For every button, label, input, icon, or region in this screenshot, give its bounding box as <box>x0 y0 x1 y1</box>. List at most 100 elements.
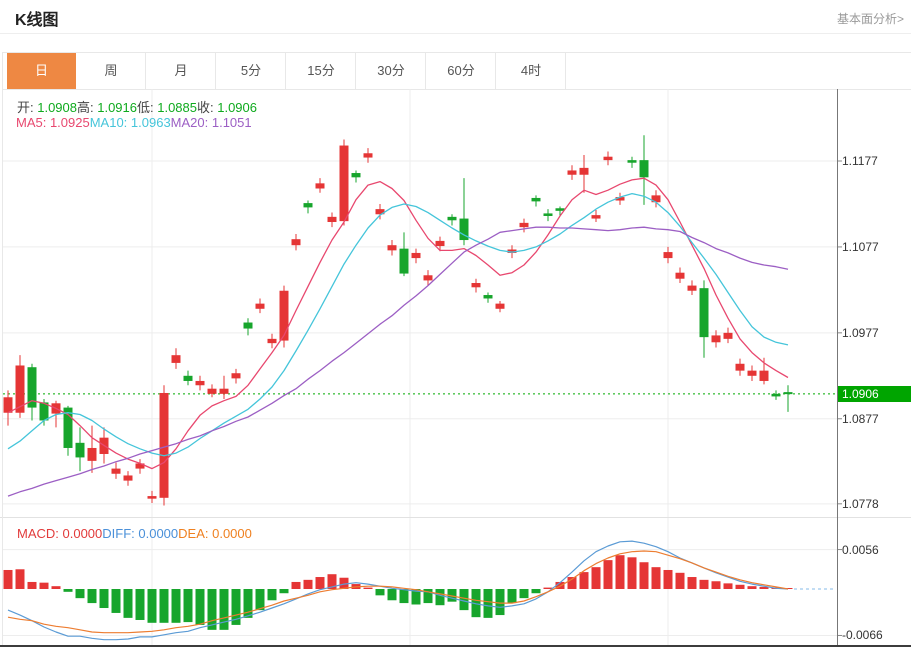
candle-up <box>88 448 97 461</box>
ma-readout: MA5: 1.0925MA10: 1.0963MA20: 1.1051 <box>16 115 252 130</box>
ma5-line <box>8 178 788 468</box>
candle-down <box>184 376 193 381</box>
candle-up <box>220 389 229 394</box>
current-price-tag: 1.0906 <box>838 386 911 402</box>
macd-bar-negative <box>520 589 529 598</box>
candle-up <box>160 393 169 498</box>
readout-item: 收: 1.0906 <box>197 100 257 115</box>
candle-up <box>748 371 757 376</box>
macd-bar-negative <box>388 589 397 600</box>
price-axis-label: 1.1177 <box>842 154 878 168</box>
candle-up <box>412 253 421 258</box>
macd-bar-positive <box>292 582 301 589</box>
candle-up <box>568 170 577 174</box>
candle-up <box>364 153 373 157</box>
macd-bar-negative <box>112 589 121 613</box>
macd-bar-negative <box>76 589 85 598</box>
macd-bar-negative <box>376 589 385 595</box>
macd-bar-negative <box>100 589 109 608</box>
readout-item: MA10: 1.0963 <box>90 115 171 130</box>
kline-widget: K线图 基本面分析> 日周月5分15分30分60分4时 开: 1.0908高: … <box>0 0 911 649</box>
candle-down <box>784 392 793 394</box>
candle-up <box>520 223 529 227</box>
macd-bar-negative <box>148 589 157 623</box>
ma20-line <box>8 227 788 496</box>
readout-item: 高: 1.0916 <box>77 100 137 115</box>
candle-up <box>316 183 325 188</box>
macd-bar-negative <box>256 589 265 610</box>
candle-down <box>556 208 565 211</box>
macd-bar-positive <box>688 577 697 589</box>
candle-down <box>352 173 361 177</box>
candle-up <box>388 245 397 250</box>
macd-bar-positive <box>616 555 625 589</box>
candle-up <box>148 496 157 499</box>
macd-bar-positive <box>52 586 61 589</box>
macd-bar-positive <box>316 577 325 589</box>
readout-item: 开: 1.0908 <box>17 100 77 115</box>
macd-bar-positive <box>40 583 49 589</box>
readout-item: DIFF: 0.0000 <box>102 526 178 541</box>
macd-bar-negative <box>460 589 469 610</box>
macd-axis-label: 0.0056 <box>842 543 879 557</box>
price-axis-label: 1.0877 <box>842 412 879 426</box>
candle-down <box>76 443 85 458</box>
macd-bar-positive <box>712 581 721 589</box>
macd-bar-positive <box>652 567 661 589</box>
candle-down <box>544 213 553 216</box>
macd-bar-positive <box>700 580 709 589</box>
candle-up <box>208 389 217 394</box>
candle-up <box>592 215 601 218</box>
macd-bar-positive <box>724 583 733 589</box>
macd-bar-positive <box>640 562 649 589</box>
macd-bar-positive <box>748 586 757 589</box>
macd-bar-negative <box>532 589 541 593</box>
macd-bar-negative <box>64 589 73 592</box>
macd-bar-negative <box>436 589 445 605</box>
readout-item: MA5: 1.0925 <box>16 115 90 130</box>
macd-bar-negative <box>160 589 169 623</box>
macd-bar-positive <box>580 572 589 589</box>
candle-up <box>292 239 301 245</box>
macd-bar-positive <box>628 557 637 589</box>
macd-bar-positive <box>28 582 37 589</box>
candle-up <box>232 373 241 378</box>
ma10-line <box>8 194 788 456</box>
candle-up <box>424 275 433 280</box>
macd-bar-negative <box>280 589 289 593</box>
ohlc-readout: 开: 1.0908高: 1.0916低: 1.0885收: 1.0906 <box>17 97 257 116</box>
candle-down <box>244 323 253 329</box>
macd-readout: MACD: 0.0000DIFF: 0.0000DEA: 0.0000 <box>17 526 252 541</box>
candle-up <box>760 371 769 381</box>
macd-bar-negative <box>124 589 133 618</box>
candle-down <box>484 295 493 298</box>
price-axis-label: 1.1077 <box>842 240 879 254</box>
candle-up <box>724 333 733 339</box>
macd-axis-label: -0.0066 <box>842 628 883 642</box>
candle-up <box>256 304 265 309</box>
candle-down <box>400 249 409 274</box>
macd-bar-negative <box>196 589 205 625</box>
candle-up <box>712 335 721 342</box>
candle-down <box>628 160 637 163</box>
macd-bar-positive <box>364 588 373 589</box>
candle-up <box>124 475 133 480</box>
candle-up <box>580 168 589 175</box>
candle-up <box>340 146 349 222</box>
macd-bar-negative <box>220 589 229 630</box>
macd-bar-positive <box>592 567 601 589</box>
macd-bar-negative <box>508 589 517 603</box>
candle-down <box>448 217 457 220</box>
macd-bar-positive <box>664 570 673 589</box>
candle-up <box>676 273 685 279</box>
readout-item: 低: 1.0885 <box>137 100 197 115</box>
readout-item: DEA: 0.0000 <box>178 526 252 541</box>
candle-up <box>268 339 277 343</box>
candle-up <box>736 364 745 371</box>
macd-bar-negative <box>484 589 493 618</box>
macd-bar-negative <box>496 589 505 615</box>
candle-up <box>688 286 697 291</box>
candle-down <box>640 160 649 177</box>
candle-up <box>472 283 481 287</box>
macd-bar-positive <box>736 585 745 589</box>
